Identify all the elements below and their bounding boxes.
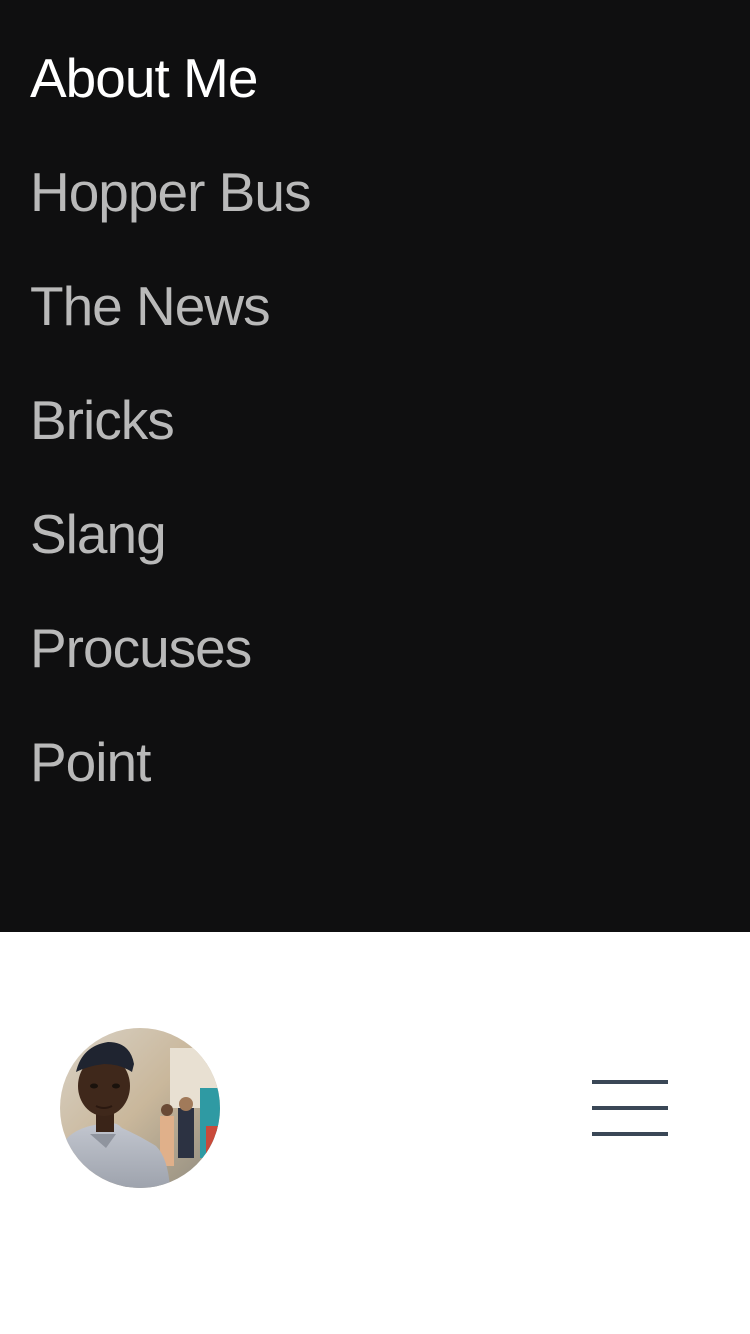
- profile-photo-icon: [60, 1028, 220, 1188]
- menu-item-procuses[interactable]: Procuses: [30, 615, 310, 729]
- bottom-bar: [0, 932, 750, 1334]
- menu-item-slang[interactable]: Slang: [30, 501, 310, 615]
- menu-item-the-news[interactable]: The News: [30, 273, 310, 387]
- menu-list: About Me Hopper Bus The News Bricks Slan…: [30, 45, 311, 843]
- hamburger-icon[interactable]: [588, 1076, 672, 1140]
- menu-item-point[interactable]: Point: [30, 729, 310, 843]
- navigation-menu: About Me Hopper Bus The News Bricks Slan…: [0, 0, 750, 932]
- hamburger-line: [592, 1106, 668, 1110]
- hamburger-line: [592, 1080, 668, 1084]
- hamburger-line: [592, 1132, 668, 1136]
- menu-item-hopper-bus[interactable]: Hopper Bus: [30, 159, 311, 273]
- menu-item-about-me[interactable]: About Me: [30, 45, 310, 159]
- avatar[interactable]: [60, 1028, 220, 1188]
- menu-item-bricks[interactable]: Bricks: [30, 387, 310, 501]
